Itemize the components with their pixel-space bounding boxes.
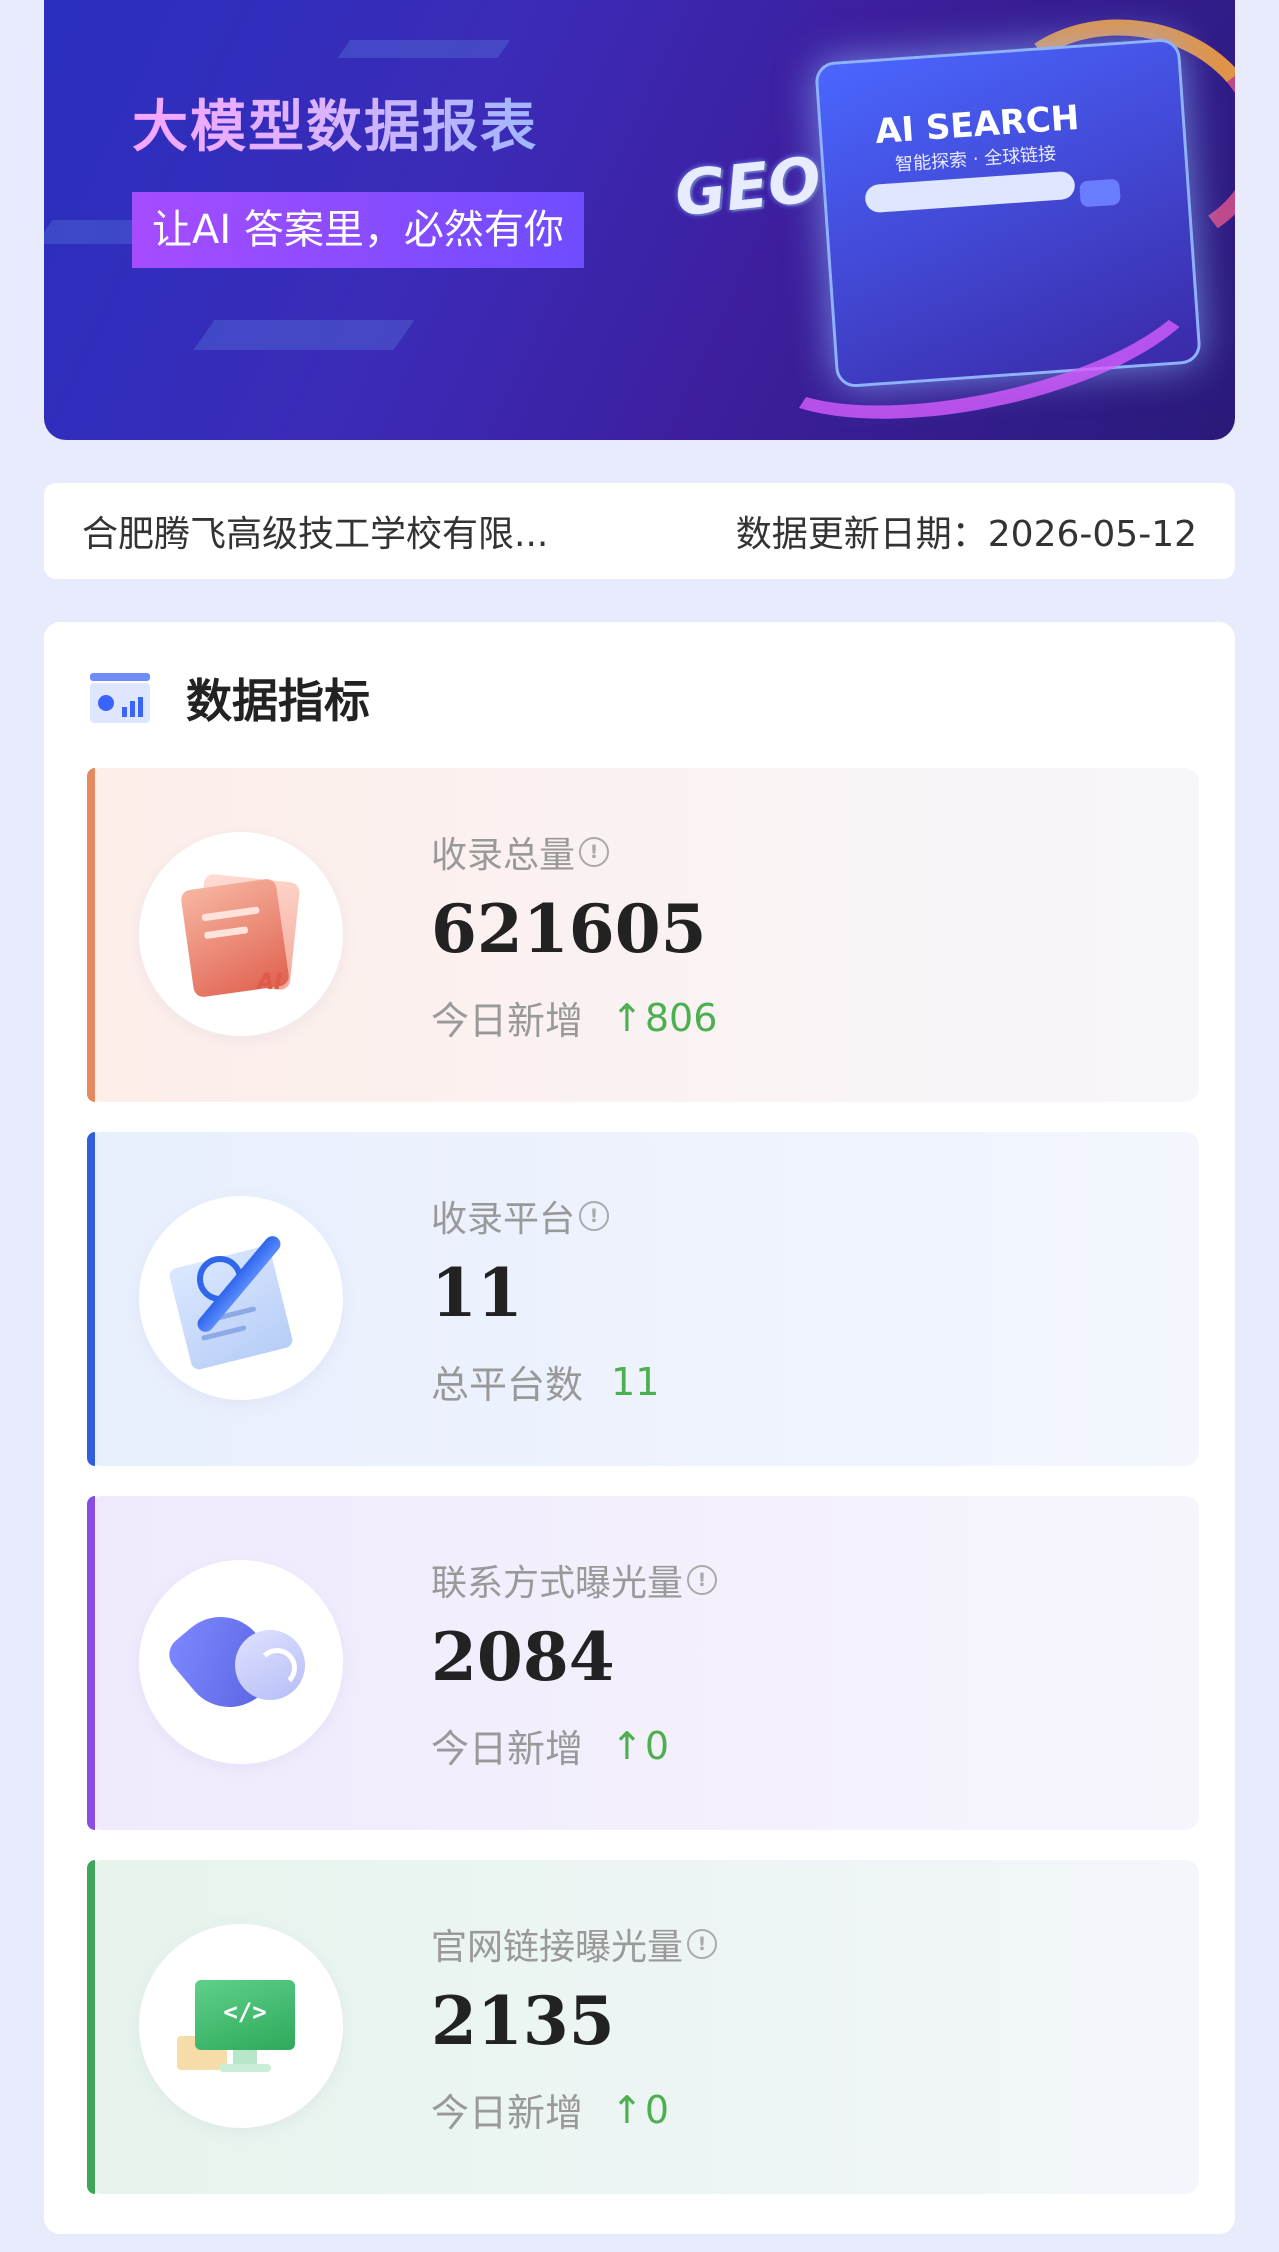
metric-card-indexed-total: AI 收录总量! 621605 今日新增 ↑ 806 (87, 768, 1199, 1102)
metric-sub-number: 0 (644, 1723, 670, 1768)
panel-title: 数据指标 (186, 674, 370, 728)
metric-value: 621605 (431, 890, 707, 968)
banner-subtitle: 让AI 答案里，必然有你 (132, 192, 584, 268)
banner-title: 大模型数据报表 (132, 82, 538, 163)
metric-sub: 今日新增 ↑ 0 (431, 1718, 669, 1773)
ai-search-illustration: AI SEARCH 智能探索 · 全球链接 GEO (655, 0, 1235, 440)
metric-sub-value: 11 (611, 1360, 659, 1404)
dashboard-chart-icon (90, 673, 150, 723)
info-icon[interactable]: ! (579, 837, 610, 867)
metric-label-text: 官网链接曝光量 (431, 1927, 684, 1968)
metric-sub-value: ↑ 0 (611, 2088, 669, 2132)
info-icon[interactable]: ! (579, 1201, 610, 1231)
metrics-panel: 数据指标 AI 收录总量! 621605 今日新增 ↑ 806 收录平台! 11 总… (44, 622, 1235, 2234)
info-icon[interactable]: ! (687, 1565, 718, 1595)
metric-label: 官网链接曝光量! (431, 1918, 718, 1970)
metric-sub-number: 11 (611, 1359, 660, 1404)
metric-sub-value: ↑ 0 (611, 1724, 669, 1768)
search-icon (1079, 178, 1121, 208)
geo-badge: GEO (671, 142, 825, 231)
ai-tag: AI (257, 970, 283, 995)
metric-sub-number: 806 (644, 995, 718, 1040)
arrow-up-icon: ↑ (611, 995, 643, 1040)
phone-icon (139, 1560, 343, 1764)
card-accent (87, 1496, 95, 1830)
arrow-up-icon: ↑ (611, 2087, 643, 2132)
metric-sub: 今日新增 ↑ 0 (431, 2082, 669, 2137)
metric-value: 2135 (431, 1982, 615, 2060)
metric-label: 收录总量! (431, 826, 610, 878)
code-glyph: </> (223, 1998, 267, 2026)
metric-card-contact-exposure: 联系方式曝光量! 2084 今日新增 ↑ 0 (87, 1496, 1199, 1830)
banner-decoration (193, 320, 415, 350)
metric-card-website-exposure: </> 官网链接曝光量! 2135 今日新增 ↑ 0 (87, 1860, 1199, 2194)
metric-label: 收录平台! (431, 1190, 610, 1242)
metric-sub-value: ↑ 806 (611, 996, 717, 1040)
metric-sub: 今日新增 ↑ 806 (431, 990, 717, 1045)
metric-label-text: 收录总量 (431, 835, 576, 876)
metric-sub-label: 总平台数 (431, 1363, 584, 1407)
metric-sub-number: 0 (644, 2087, 670, 2132)
info-icon[interactable]: ! (687, 1929, 718, 1959)
card-illustration (139, 1560, 343, 1764)
document-ai-icon: AI (139, 832, 343, 1036)
update-date-value: 2026-05-12 (987, 514, 1197, 555)
metric-label-text: 联系方式曝光量 (431, 1563, 684, 1604)
metric-label-text: 收录平台 (431, 1199, 576, 1240)
pen-paper-icon (139, 1196, 343, 1400)
banner-decoration (337, 40, 511, 58)
card-illustration (139, 1196, 343, 1400)
company-name: 合肥腾飞高级技工学校有限... (82, 514, 549, 555)
card-illustration: AI (139, 832, 343, 1036)
arrow-up-icon: ↑ (611, 1723, 643, 1768)
metric-sub: 总平台数 11 (431, 1354, 659, 1409)
card-accent (87, 768, 95, 1102)
metric-value: 11 (431, 1254, 523, 1332)
metric-sub-label: 今日新增 (431, 1727, 584, 1771)
hero-banner: 大模型数据报表 让AI 答案里，必然有你 AI SEARCH 智能探索 · 全球… (44, 0, 1235, 440)
metric-sub-label: 今日新增 (431, 999, 584, 1043)
metric-label: 联系方式曝光量! (431, 1554, 718, 1606)
update-date-group: 数据更新日期：2026-05-12 (736, 505, 1197, 557)
info-bar: 合肥腾飞高级技工学校有限... 数据更新日期：2026-05-12 (44, 483, 1235, 579)
card-accent (87, 1860, 95, 2194)
metric-sub-label: 今日新增 (431, 2091, 584, 2135)
metric-card-indexed-platforms: 收录平台! 11 总平台数 11 (87, 1132, 1199, 1466)
card-accent (87, 1132, 95, 1466)
metric-value: 2084 (431, 1618, 615, 1696)
monitor-code-icon: </> (139, 1924, 343, 2128)
update-date-label: 数据更新日期： (735, 514, 988, 555)
card-illustration: </> (139, 1924, 343, 2128)
panel-header: 数据指标 (90, 668, 370, 728)
